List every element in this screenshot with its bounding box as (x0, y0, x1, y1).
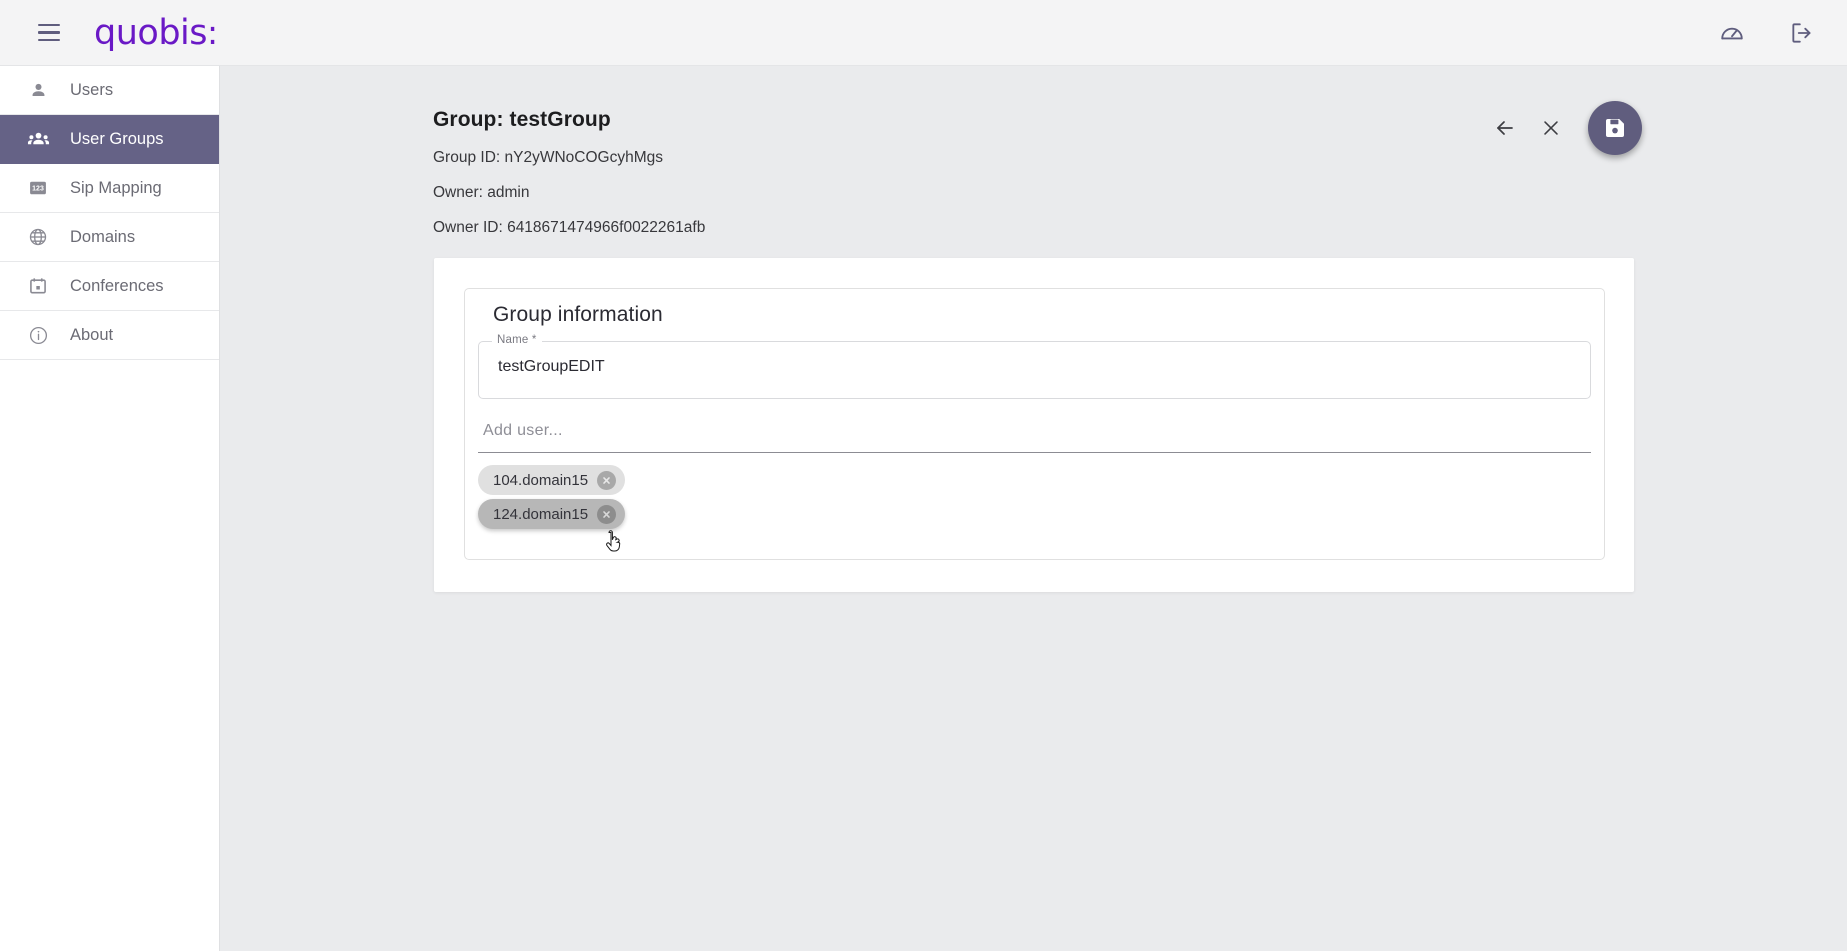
dashboard-icon[interactable] (1717, 18, 1747, 48)
owner-line: Owner: admin (433, 184, 530, 201)
page-header: Group: testGroup Group ID: nY2yWNoCOGcyh… (433, 108, 1633, 237)
sidebar-item-conferences[interactable]: Conferences (0, 262, 219, 311)
sidebar-item-label: Users (70, 80, 114, 99)
group-icon (25, 127, 51, 151)
sidebar-item-users[interactable]: Users (0, 66, 219, 115)
page-actions (1482, 101, 1642, 155)
main-content: Group: testGroup Group ID: nY2yWNoCOGcyh… (220, 66, 1847, 951)
sidebar-item-label: Domains (70, 227, 136, 246)
name-field[interactable]: Name * testGroupEDIT (478, 334, 1591, 399)
sidebar-item-user-groups[interactable]: User Groups (0, 115, 219, 164)
section-title: Group information (493, 303, 663, 326)
hamburger-menu-icon[interactable] (32, 16, 66, 50)
brand-logo[interactable]: quobis: (94, 13, 218, 53)
user-chip-label: 104.domain15 (493, 471, 589, 489)
calendar-icon (25, 274, 51, 298)
remove-chip-icon[interactable] (597, 470, 617, 490)
add-user-input[interactable]: Add user... (478, 419, 1591, 453)
sidebar-item-sip-mapping[interactable]: 123 Sip Mapping (0, 164, 219, 213)
hamburger-line (38, 31, 60, 34)
brand-text: quobis (94, 12, 208, 53)
sidebar-item-label: User Groups (70, 129, 164, 148)
user-chip[interactable]: 124.domain15 (478, 499, 626, 529)
group-card: Group information Name * testGroupEDIT A… (434, 258, 1634, 592)
name-field-value: testGroupEDIT (498, 358, 605, 375)
sidebar-item-label: About (70, 325, 114, 344)
hamburger-line (38, 23, 60, 27)
save-button[interactable] (1588, 101, 1642, 155)
page-title: Group: testGroup (433, 108, 611, 131)
close-icon[interactable] (1528, 105, 1574, 151)
name-field-label: Name * (492, 334, 542, 346)
sidebar-item-domains[interactable]: Domains (0, 213, 219, 262)
group-id-line: Group ID: nY2yWNoCOGcyhMgs (433, 149, 663, 166)
person-icon (25, 78, 51, 102)
back-arrow-icon[interactable] (1482, 105, 1528, 151)
top-bar: quobis: (0, 0, 1847, 66)
top-bar-actions (1717, 18, 1817, 48)
user-chip[interactable]: 104.domain15 (478, 465, 626, 495)
add-user-placeholder: Add user... (483, 422, 563, 439)
remove-chip-icon[interactable] (597, 504, 617, 524)
logout-icon[interactable] (1787, 18, 1817, 48)
hamburger-line (38, 38, 60, 42)
globe-icon (25, 225, 51, 249)
owner-id-line: Owner ID: 6418671474966f0022261afb (433, 219, 706, 236)
user-chip-list: 104.domain15 124.domain15 (478, 465, 626, 529)
user-chip-label: 124.domain15 (493, 505, 589, 523)
numbers-icon: 123 (25, 176, 51, 200)
sidebar-item-label: Conferences (70, 276, 164, 295)
group-information-panel: Group information Name * testGroupEDIT A… (464, 288, 1605, 560)
svg-text:123: 123 (32, 186, 44, 193)
sidebar-item-label: Sip Mapping (70, 178, 162, 197)
sidebar-item-about[interactable]: About (0, 311, 219, 360)
brand-suffix: : (207, 12, 219, 52)
sidebar: Users User Groups 123 Sip Mapping Domain… (0, 66, 220, 951)
info-icon (25, 323, 51, 347)
